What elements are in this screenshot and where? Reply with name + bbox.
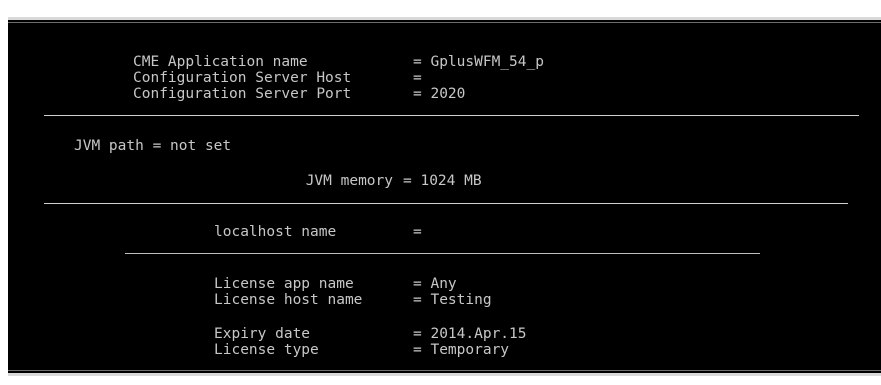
jvm-memory-value: = 1024 MB bbox=[403, 173, 482, 189]
expiry-date-label: Expiry date bbox=[214, 326, 311, 342]
separator-rule bbox=[44, 115, 859, 116]
license-app-name-value: = Any bbox=[413, 276, 457, 292]
localhost-name-value: = bbox=[413, 224, 422, 240]
config-server-port-label: Configuration Server Port bbox=[133, 86, 352, 102]
license-type-label: License type bbox=[214, 342, 319, 358]
expiry-date-value: = 2014.Apr.15 bbox=[413, 326, 527, 342]
cme-app-name-label: CME Application name bbox=[133, 54, 308, 70]
separator-rule bbox=[125, 253, 760, 254]
localhost-name-label: localhost name bbox=[214, 224, 337, 240]
license-type-value: = Temporary bbox=[413, 342, 510, 358]
jvm-memory-label: JVM memory bbox=[305, 173, 393, 189]
license-app-name-label: License app name bbox=[214, 276, 354, 292]
config-server-host-value: = bbox=[413, 70, 422, 86]
console-window: CME Application name = GplusWFM_54_p Con… bbox=[8, 17, 881, 376]
separator-rule bbox=[44, 203, 848, 204]
license-host-name-label: License host name bbox=[214, 292, 363, 308]
jvm-path-text: JVM path = not set bbox=[74, 138, 232, 154]
config-server-port-value: = 2020 bbox=[413, 86, 466, 102]
cme-app-name-value: = GplusWFM_54_p bbox=[413, 54, 544, 70]
config-server-host-label: Configuration Server Host bbox=[133, 70, 352, 86]
license-host-name-value: = Testing bbox=[413, 292, 492, 308]
